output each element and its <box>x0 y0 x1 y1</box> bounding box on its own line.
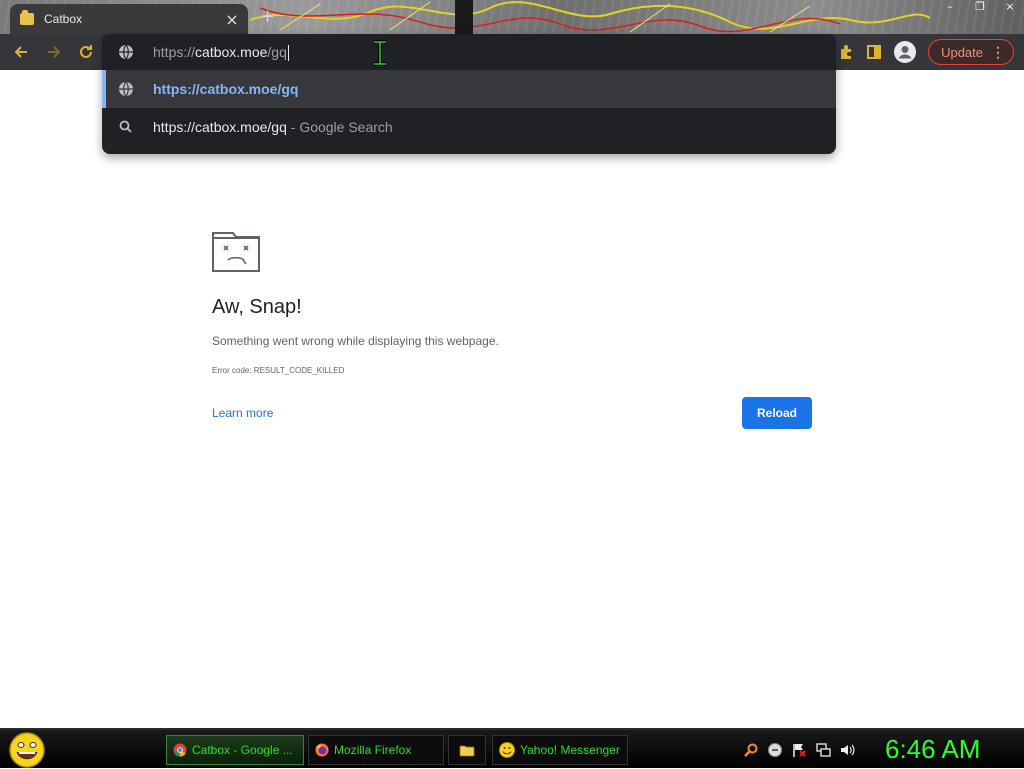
system-tray <box>742 738 856 762</box>
reload-button[interactable]: Reload <box>742 397 812 429</box>
taskbar-item-label: Mozilla Firefox <box>334 743 412 757</box>
title-bar: Catbox × + – ❐ × <box>0 0 1024 34</box>
minimize-button[interactable]: – <box>942 0 958 14</box>
url-path: /gq <box>267 44 287 60</box>
reload-toolbar-button[interactable] <box>74 40 98 64</box>
toolbar-right: Update ⋮ <box>838 34 1014 70</box>
wallpaper-scribble <box>250 0 930 34</box>
magnifier-tray-icon[interactable] <box>742 741 760 759</box>
new-tab-button[interactable]: + <box>260 6 275 27</box>
taskbar: Catbox - Google ... Mozilla Firefox Yaho… <box>0 728 1024 768</box>
folder-favicon-icon <box>20 10 34 25</box>
tab-title: Catbox <box>44 12 83 26</box>
learn-more-link[interactable]: Learn more <box>212 406 273 420</box>
refresh-icon <box>80 45 92 58</box>
folder-icon <box>459 745 475 757</box>
back-arrow-icon <box>14 46 27 58</box>
profile-avatar-icon[interactable] <box>894 41 917 63</box>
sad-tab-icon <box>212 232 260 272</box>
suggestion-search-text: https://catbox.moe/gq - Google Search <box>153 119 393 135</box>
text-caret <box>287 45 289 62</box>
tab-close-icon[interactable]: × <box>224 10 240 29</box>
error-code: Error code: RESULT_CODE_KILLED <box>212 366 345 375</box>
window-controls: – ❐ × <box>942 0 1018 14</box>
omnibox-dropdown: https://catbox.moe/gq https://catbox.moe… <box>102 34 836 154</box>
taskbar-item-chrome[interactable]: Catbox - Google ... <box>166 735 304 765</box>
network-tray-icon[interactable] <box>814 741 832 759</box>
update-button[interactable]: Update ⋮ <box>928 39 1014 65</box>
suggestion-search[interactable]: https://catbox.moe/gq - Google Search <box>102 108 836 146</box>
globe-icon <box>119 81 133 97</box>
suggestion-url[interactable]: https://catbox.moe/gq <box>102 70 836 108</box>
suggestion-separator: - <box>286 119 300 135</box>
forward-button[interactable] <box>42 40 66 64</box>
messenger-status-tray-icon[interactable] <box>766 741 784 759</box>
close-window-button[interactable]: × <box>1002 0 1018 14</box>
ibeam-cursor-icon <box>374 40 386 66</box>
start-smiley-icon[interactable] <box>8 731 46 769</box>
url-scheme: https:// <box>153 44 196 60</box>
restore-button[interactable]: ❐ <box>972 0 988 14</box>
menu-kebab-icon: ⋮ <box>991 44 1005 60</box>
suggestion-url-text: https://catbox.moe/gq <box>153 81 299 97</box>
extensions-puzzle-icon[interactable] <box>838 44 854 60</box>
update-label: Update <box>941 44 983 60</box>
browser-tab[interactable]: Catbox × <box>10 4 248 34</box>
address-bar-input[interactable]: https://catbox.moe/gq <box>102 34 836 70</box>
forward-arrow-icon <box>48 46 61 58</box>
suggestion-search-query: https://catbox.moe/gq <box>153 119 287 135</box>
taskbar-item-yahoo-messenger[interactable]: Yahoo! Messenger <box>492 735 628 765</box>
suggestion-search-engine: Google Search <box>299 119 393 135</box>
side-panel-icon[interactable] <box>866 44 882 60</box>
firefox-icon <box>315 743 329 757</box>
globe-icon <box>119 44 133 60</box>
url-host: catbox.moe <box>195 44 268 60</box>
taskbar-item-firefox[interactable]: Mozilla Firefox <box>308 735 444 765</box>
action-center-flag-icon[interactable] <box>790 741 808 759</box>
taskbar-item-folder[interactable] <box>448 735 486 765</box>
volume-tray-icon[interactable] <box>838 741 856 759</box>
chrome-icon <box>173 743 187 757</box>
error-message: Something went wrong while displaying th… <box>212 334 499 348</box>
taskbar-clock[interactable]: 6:46 AM <box>885 734 980 765</box>
back-button[interactable] <box>9 40 33 64</box>
yahoo-messenger-icon <box>499 742 515 758</box>
taskbar-item-label: Catbox - Google ... <box>192 743 293 757</box>
error-title: Aw, Snap! <box>212 296 302 318</box>
search-icon <box>119 120 132 133</box>
address-bar-text: https://catbox.moe/gq <box>153 44 289 62</box>
taskbar-item-label: Yahoo! Messenger <box>520 743 620 757</box>
